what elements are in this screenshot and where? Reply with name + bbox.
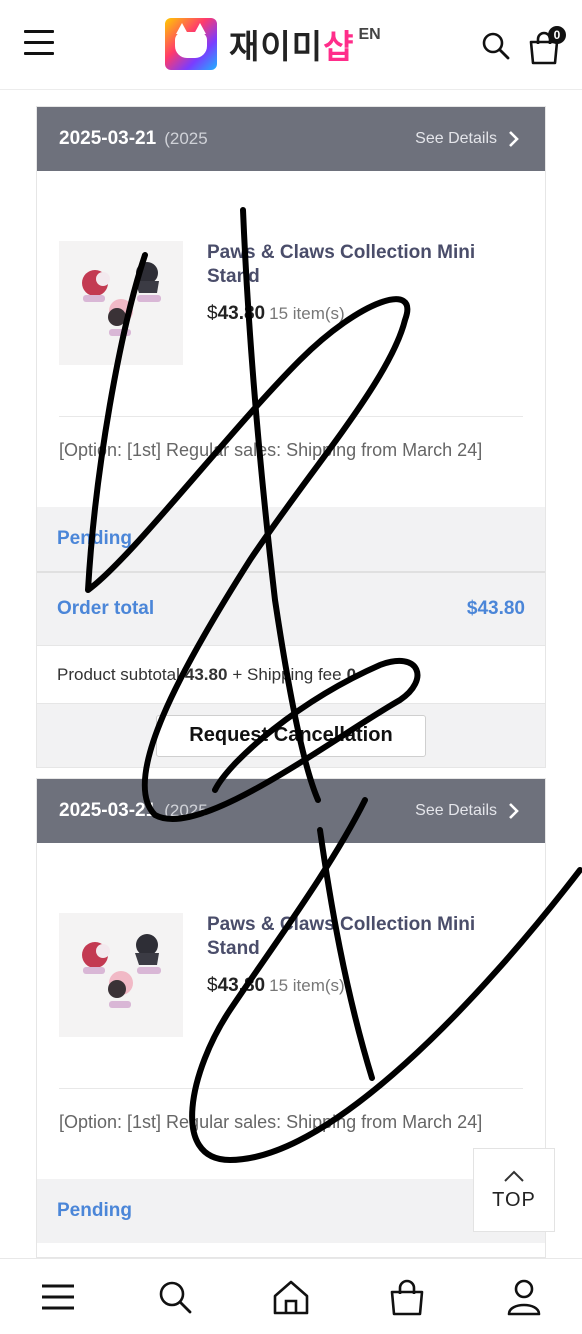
product-option: [Option: [1st] Regular sales: Shipping f… [59,1112,483,1132]
see-details-label: See Details [415,130,497,147]
menu-icon[interactable] [36,1275,80,1319]
product-option: [Option: [1st] Regular sales: Shipping f… [59,440,483,460]
order-header: 2025-03-21 (2025 See Details [37,107,545,171]
product-price: $43.80 15 item(s) [207,975,345,996]
see-details-link[interactable]: See Details [415,779,523,843]
logo-text: 재이미샵 [229,27,355,66]
order-total-value: $43.80 [466,598,525,619]
chevron-right-icon [509,803,519,819]
subtotal-row: Product subtotal 43.80 + Shipping fee 0 [37,645,545,703]
order-header: 2025-03-21 (2025 See Details [37,779,545,843]
scroll-to-top-button[interactable]: TOP [473,1148,555,1232]
chevron-right-icon [509,131,519,147]
bottom-navigation [0,1258,582,1334]
user-icon[interactable] [502,1275,546,1319]
top-label: TOP [492,1188,536,1211]
home-icon[interactable] [269,1275,313,1319]
app-header: 재이미샵 EN 0 [0,0,582,90]
logo-mark [165,18,217,70]
order-number: (2025 [164,129,208,148]
shipping-value: 0 [346,664,357,684]
order-status: Pending [37,1179,545,1243]
product-thumbnail[interactable] [59,241,183,365]
product-thumbnail[interactable] [59,913,183,1037]
order-item[interactable]: Paws & Claws Collection Mini Stand $43.8… [37,171,545,417]
see-details-label: See Details [415,802,497,819]
shopping-bag-icon[interactable] [385,1275,429,1319]
order-total-row: Order total $43.80 [37,573,545,645]
language-label[interactable]: EN [358,26,380,44]
divider [59,416,523,417]
order-number: (2025 [164,801,208,820]
product-name[interactable]: Paws & Claws Collection Mini Stand [207,241,527,289]
shipping-label: + Shipping fee [232,664,342,684]
divider [59,1088,523,1089]
order-card: 2025-03-21 (2025 See Details Paws & Claw… [36,106,546,768]
order-date: 2025-03-21 [59,800,157,821]
status-label: Pending [57,1200,132,1221]
request-cancellation-button[interactable]: Request Cancellation [156,714,426,757]
product-quantity: 15 item(s) [269,304,345,323]
order-status: Pending [37,507,545,571]
cancel-row: Request Cancellation [37,703,545,767]
order-card: 2025-03-21 (2025 See Details Paws & Claw… [36,778,546,1258]
product-price: $43.80 15 item(s) [207,303,345,324]
cart-count-badge: 0 [548,26,566,44]
chevron-up-icon [504,1170,524,1182]
site-logo[interactable]: 재이미샵 EN [165,18,381,70]
order-total-label: Order total [57,598,155,619]
subtotal-value: 43.80 [184,664,228,684]
order-date: 2025-03-21 [59,128,157,149]
status-label: Pending [57,528,132,549]
product-name[interactable]: Paws & Claws Collection Mini Stand [207,913,527,961]
search-icon[interactable] [153,1275,197,1319]
menu-icon[interactable] [24,30,54,56]
product-quantity: 15 item(s) [269,976,345,995]
subtotal-label: Product subtotal [57,664,180,684]
cart-icon[interactable]: 0 [526,26,566,66]
order-item[interactable]: Paws & Claws Collection Mini Stand $43.8… [37,843,545,1089]
search-icon[interactable] [480,30,512,62]
see-details-link[interactable]: See Details [415,107,523,171]
